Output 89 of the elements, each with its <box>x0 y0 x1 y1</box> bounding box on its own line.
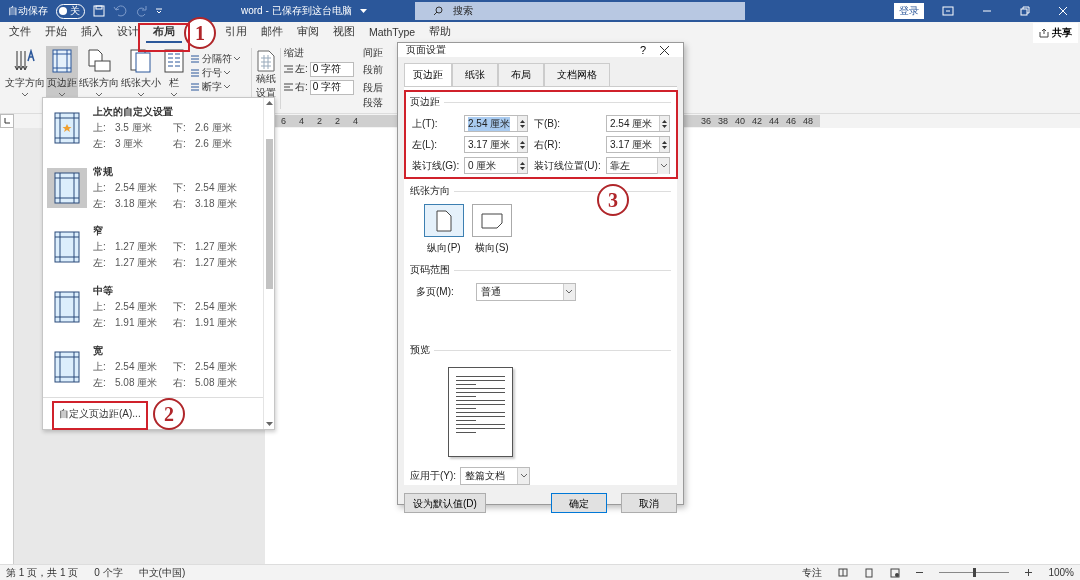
margin-label: 下: <box>173 240 187 255</box>
preset-name: 宽 <box>93 344 104 359</box>
margin-label: 左: <box>93 196 107 211</box>
margin-value: 3.18 厘米 <box>195 196 239 211</box>
field-value: 靠左 <box>610 158 630 173</box>
autosave-label: 自动保存 <box>8 4 48 18</box>
margin-value: 3 厘米 <box>115 136 145 151</box>
margin-label: 右: <box>173 316 187 331</box>
ruler-number: 36 <box>700 116 711 126</box>
ruler-number: 38 <box>717 116 728 126</box>
field-label: 左(L): <box>412 137 438 152</box>
field-label: 右(R): <box>534 137 562 152</box>
orientation-label: 横向(S) <box>475 241 509 255</box>
preset-name: 窄 <box>93 224 104 239</box>
margin-label: 右: <box>173 376 187 391</box>
margin-value: 5.08 厘米 <box>115 376 159 391</box>
section-title: 页边距 <box>410 95 440 109</box>
margin-value: 1.27 厘米 <box>115 256 159 271</box>
page-count: 第 1 页，共 1 页 <box>6 565 79 580</box>
margin-value: 2.54 厘米 <box>115 180 159 195</box>
margin-value: 1.27 厘米 <box>195 256 239 271</box>
section-title: 纸张方向 <box>410 184 450 198</box>
margin-value: 2.54 厘米 <box>115 360 159 375</box>
ruler-number: 46 <box>785 116 796 126</box>
window-title: word - 已保存到这台电脑 <box>241 4 352 18</box>
field-value: 3.17 厘米 <box>468 137 511 152</box>
ruler-number: 2 <box>335 116 341 126</box>
orientation-label: 纵向(P) <box>427 241 461 255</box>
margin-label: 右: <box>173 136 187 151</box>
margin-value: 5.08 厘米 <box>195 376 239 391</box>
field-label: 应用于(Y): <box>410 469 457 483</box>
margin-value: 3.18 厘米 <box>115 196 159 211</box>
field-label: 装订线(G): <box>412 158 461 173</box>
ruler-number: 48 <box>803 116 813 126</box>
margin-label: 上: <box>93 120 107 135</box>
ruler-number: 4 <box>353 116 359 126</box>
field-label: 多页(M): <box>416 285 454 299</box>
field-label: 装订线位置(U): <box>534 158 602 173</box>
field-label: 上(T): <box>412 116 439 131</box>
margin-value: 2.54 厘米 <box>195 300 239 315</box>
language: 中文(中国) <box>138 565 186 580</box>
field-value: 2.54 厘米 <box>468 116 511 131</box>
margin-value: 1.27 厘米 <box>115 240 159 255</box>
field-value: 3.17 厘米 <box>610 137 653 152</box>
dialog-title: 页面设置 <box>406 43 447 57</box>
margin-label: 左: <box>93 376 107 391</box>
margin-label: 下: <box>173 300 187 315</box>
margin-value: 1.27 厘米 <box>195 240 239 255</box>
ruler-number: 2 <box>317 116 323 126</box>
preset-name: 中等 <box>93 284 114 299</box>
indent-right-label: 右: <box>295 80 308 94</box>
margin-label: 上: <box>93 300 107 315</box>
field-value: 2.54 厘米 <box>610 116 653 131</box>
margin-label: 下: <box>173 360 187 375</box>
indent-left-label: 左: <box>295 62 308 76</box>
preset-name: 常规 <box>93 164 114 179</box>
margin-value: 1.91 厘米 <box>195 316 239 331</box>
margin-value: 2.6 厘米 <box>195 136 233 151</box>
ruler-number: 42 <box>751 116 762 126</box>
section-title: 页码范围 <box>410 263 450 277</box>
preset-name: 上次的自定义设置 <box>93 104 174 119</box>
margin-label: 左: <box>93 136 107 151</box>
margin-value: 2.54 厘米 <box>195 180 239 195</box>
margin-value: 2.54 厘米 <box>195 360 239 375</box>
margin-label: 下: <box>173 180 187 195</box>
margin-label: 左: <box>93 256 107 271</box>
margin-label: 左: <box>93 316 107 331</box>
margin-value: 3.5 厘米 <box>115 120 153 135</box>
margin-label: 上: <box>93 240 107 255</box>
ruler-number: 44 <box>768 116 779 126</box>
field-label: 下(B): <box>534 116 562 131</box>
margin-value: 1.91 厘米 <box>115 316 159 331</box>
margin-label: 下: <box>173 120 187 135</box>
margin-value: 2.54 厘米 <box>115 300 159 315</box>
field-value: 0 厘米 <box>468 158 497 173</box>
margin-value: 2.6 厘米 <box>195 120 233 135</box>
margin-label: 右: <box>173 196 187 211</box>
margin-label: 上: <box>93 180 107 195</box>
margin-label: 上: <box>93 360 107 375</box>
group-label: 段落 <box>363 96 384 110</box>
ruler-number: 40 <box>734 116 745 126</box>
indent-label: 缩进 <box>284 46 305 60</box>
section-title: 预览 <box>410 343 430 357</box>
zoom-percent: 100% <box>1048 567 1074 578</box>
margin-label: 右: <box>173 256 187 271</box>
ruler-number: 4 <box>299 116 305 126</box>
spacing-label: 间距 <box>363 46 384 60</box>
word-count: 0 个字 <box>94 565 123 580</box>
ruler-number: 6 <box>281 116 286 126</box>
